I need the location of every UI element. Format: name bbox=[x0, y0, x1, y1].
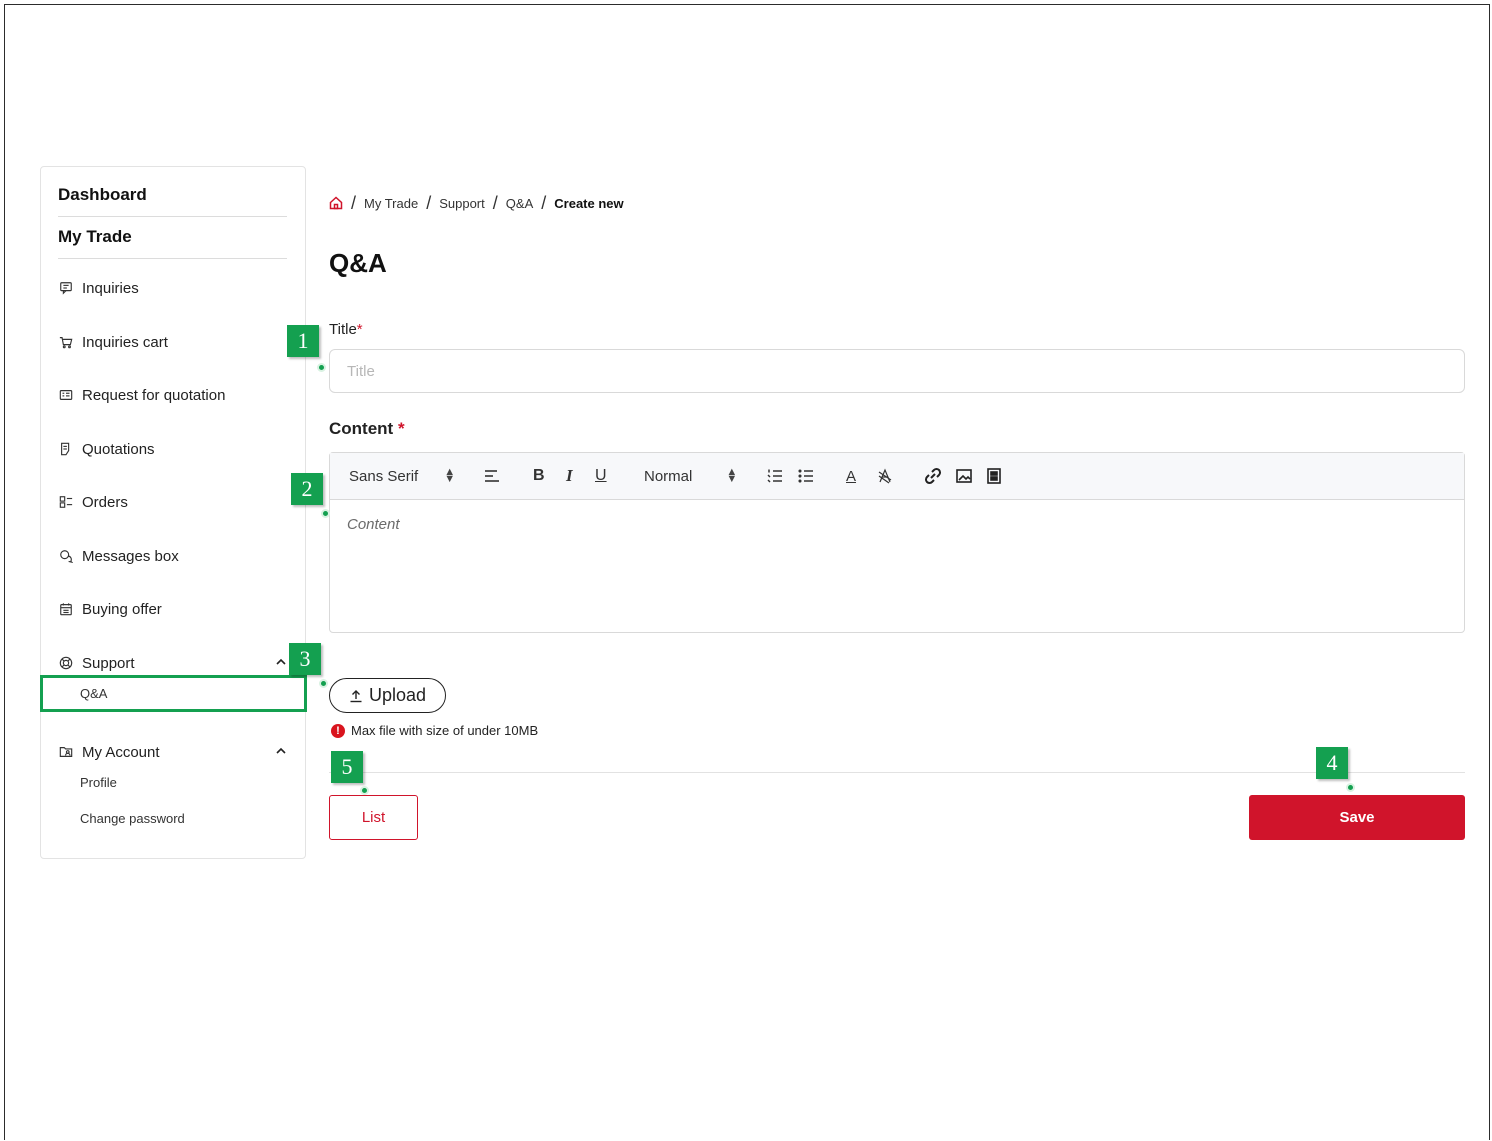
callout-dot bbox=[319, 679, 328, 688]
sidebar-item-messages-box[interactable]: Messages box bbox=[58, 544, 288, 568]
form-icon bbox=[58, 387, 74, 403]
callout-dot bbox=[321, 509, 330, 518]
sidebar-item-label: Inquiries cart bbox=[82, 333, 168, 351]
sidebar-item-label: Inquiries bbox=[82, 279, 139, 297]
image-button[interactable] bbox=[955, 465, 973, 487]
calendar-icon bbox=[58, 601, 74, 617]
content-editor-area[interactable]: Content bbox=[330, 500, 1464, 632]
callout-dot bbox=[360, 786, 369, 795]
breadcrumb: / My Trade / Support / Q&A / Create new bbox=[329, 192, 624, 214]
required-mark: * bbox=[356, 321, 363, 338]
alert-icon: ! bbox=[331, 723, 345, 738]
required-mark: * bbox=[397, 419, 405, 438]
breadcrumb-current: Create new bbox=[554, 195, 624, 211]
ordered-list-button[interactable] bbox=[766, 465, 784, 487]
home-icon[interactable] bbox=[329, 196, 343, 210]
sidebar-item-quotations[interactable]: Quotations bbox=[58, 437, 288, 461]
editor-toolbar: Sans Serif ▲ ▼ B I U Normal ▲ ▼ A bbox=[330, 453, 1464, 500]
video-button[interactable] bbox=[985, 465, 1003, 487]
bullet-list-icon bbox=[798, 469, 813, 483]
underline-button[interactable]: U bbox=[595, 465, 607, 487]
upload-hint-text: Max file with size of under 10MB bbox=[351, 723, 539, 738]
qa-highlight-box bbox=[40, 675, 307, 712]
sidebar-item-label: Quotations bbox=[82, 440, 155, 458]
font-size-select[interactable]: Normal ▲ ▼ bbox=[644, 465, 737, 487]
lifebuoy-icon bbox=[58, 655, 74, 671]
align-button[interactable] bbox=[483, 465, 501, 487]
callout-marker: 3 bbox=[289, 643, 321, 675]
text-color-button[interactable]: A bbox=[846, 465, 856, 487]
sidebar-subitem-profile[interactable]: Profile bbox=[80, 775, 117, 790]
italic-button[interactable]: I bbox=[566, 465, 573, 487]
breadcrumb-separator: / bbox=[351, 192, 357, 213]
title-label: Title* bbox=[329, 321, 363, 338]
breadcrumb-separator: / bbox=[492, 192, 498, 213]
account-icon bbox=[58, 744, 74, 760]
align-left-icon bbox=[485, 470, 499, 482]
content-label-text: Content bbox=[329, 419, 394, 438]
content-editor: Sans Serif ▲ ▼ B I U Normal ▲ ▼ A Conten… bbox=[329, 452, 1465, 633]
chevron-up-icon[interactable] bbox=[274, 744, 288, 758]
list-button[interactable]: List bbox=[329, 795, 418, 840]
callout-marker: 5 bbox=[331, 751, 363, 783]
sidebar-subitem-change-password[interactable]: Change password bbox=[80, 811, 185, 826]
select-arrows-icon: ▲ ▼ bbox=[726, 466, 738, 485]
cart-icon bbox=[58, 334, 74, 350]
sidebar-item-label: Buying offer bbox=[82, 600, 162, 618]
bullet-list-button[interactable] bbox=[797, 465, 815, 487]
highlight-icon bbox=[878, 468, 892, 484]
upload-button-label: Upload bbox=[368, 685, 427, 705]
sidebar-item-label: Support bbox=[82, 654, 135, 672]
document-icon bbox=[58, 441, 74, 457]
breadcrumb-separator: / bbox=[541, 192, 547, 213]
upload-button[interactable]: Upload bbox=[329, 678, 446, 713]
callout-marker: 1 bbox=[287, 325, 319, 357]
sidebar: Dashboard My Trade Inquiries Inquiries c… bbox=[40, 166, 306, 859]
sidebar-item-support[interactable]: Support bbox=[58, 651, 288, 675]
content-label: Content * bbox=[329, 419, 405, 439]
image-icon bbox=[956, 469, 972, 483]
sidebar-item-orders[interactable]: Orders bbox=[58, 490, 288, 514]
link-icon bbox=[924, 467, 942, 485]
sidebar-item-label: Messages box bbox=[82, 547, 179, 565]
background-color-button[interactable] bbox=[876, 465, 894, 487]
callout-marker: 2 bbox=[291, 473, 323, 505]
font-family-select[interactable]: Sans Serif ▲ ▼ bbox=[349, 465, 455, 487]
title-input[interactable] bbox=[329, 349, 1465, 393]
video-icon bbox=[987, 468, 1001, 484]
divider bbox=[329, 772, 1465, 773]
sidebar-item-label: My Account bbox=[82, 743, 160, 761]
font-family-value: Sans Serif bbox=[349, 467, 419, 485]
sidebar-item-inquiries[interactable]: Inquiries bbox=[58, 276, 288, 300]
chat-bubbles-icon bbox=[58, 548, 74, 564]
upload-icon bbox=[350, 689, 362, 702]
chevron-up-icon[interactable] bbox=[274, 655, 288, 669]
ordered-list-icon bbox=[767, 469, 782, 483]
callout-dot bbox=[1346, 783, 1355, 792]
sidebar-item-buying-offer[interactable]: Buying offer bbox=[58, 597, 288, 621]
font-size-value: Normal bbox=[644, 467, 693, 485]
breadcrumb-qa[interactable]: Q&A bbox=[506, 196, 533, 211]
sidebar-my-trade[interactable]: My Trade bbox=[58, 217, 287, 259]
save-button[interactable]: Save bbox=[1249, 795, 1465, 840]
upload-hint: ! Max file with size of under 10MB bbox=[331, 723, 538, 738]
select-arrows-icon: ▲ ▼ bbox=[444, 466, 456, 485]
sidebar-item-label: Request for quotation bbox=[82, 386, 226, 404]
sidebar-item-my-account[interactable]: My Account bbox=[58, 740, 288, 764]
bold-button[interactable]: B bbox=[533, 465, 545, 487]
message-square-icon bbox=[58, 280, 74, 296]
sidebar-item-request-for-quotation[interactable]: Request for quotation bbox=[58, 383, 288, 407]
callout-marker: 4 bbox=[1316, 747, 1348, 779]
sidebar-item-inquiries-cart[interactable]: Inquiries cart bbox=[58, 330, 288, 354]
page-title: Q&A bbox=[329, 248, 387, 278]
sidebar-dashboard[interactable]: Dashboard bbox=[58, 175, 287, 217]
breadcrumb-separator: / bbox=[426, 192, 432, 213]
orders-list-icon bbox=[58, 494, 74, 510]
sidebar-item-label: Orders bbox=[82, 493, 128, 511]
callout-dot bbox=[317, 363, 326, 372]
breadcrumb-support[interactable]: Support bbox=[439, 196, 485, 211]
title-label-text: Title bbox=[329, 321, 357, 338]
breadcrumb-my-trade[interactable]: My Trade bbox=[364, 196, 418, 211]
link-button[interactable] bbox=[924, 465, 942, 487]
